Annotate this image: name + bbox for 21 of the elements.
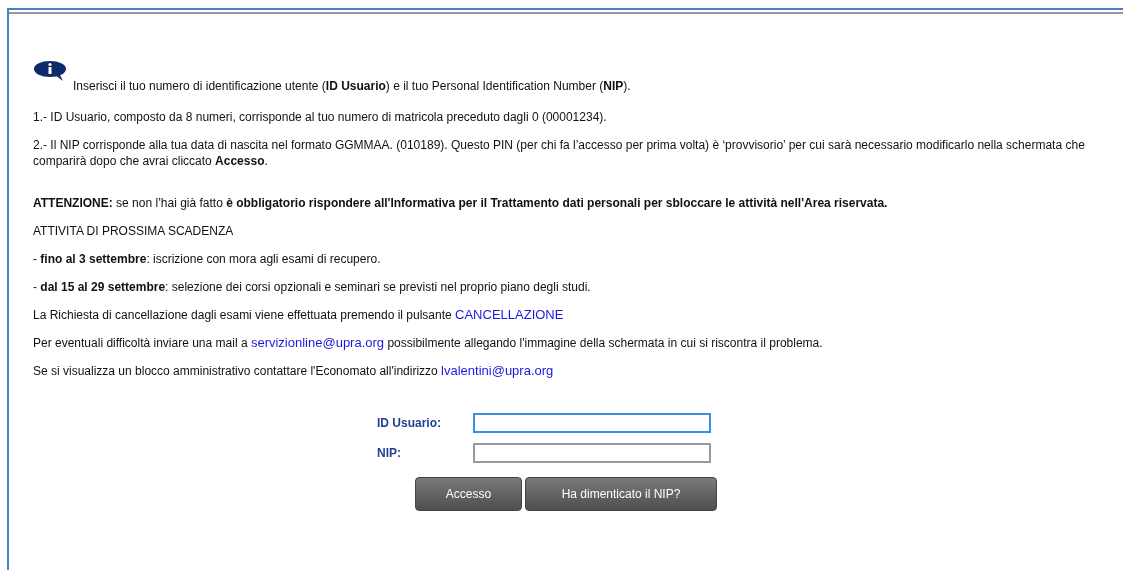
email-link[interactable]: CANCELLAZIONE xyxy=(455,307,564,322)
email-link[interactable]: lvalentini@upra.org xyxy=(441,363,554,378)
paragraph-text: ATTENZIONE: se non l’hai già fatto è obbligatorio rispondere all'Informativa per il Trattamento dati personali per sbloccare le attività nell'Area riservata. xyxy=(33,196,888,210)
field-label: ID Usuario: xyxy=(377,416,442,430)
intro-text: Inserisci il tuo numero di identificazione utente (ID Usuario) e il tuo Personal Identification Number (NIP). xyxy=(73,79,631,93)
email-link[interactable]: servizionline@upra.org xyxy=(250,335,385,350)
info-icon xyxy=(33,59,69,83)
input-field[interactable] xyxy=(473,413,711,433)
paragraph-text: 2.- Il NIP corrisponde alla tua data di nascita nel formato GGMMAA. (010189). Questo PIN (per chi fa l’accesso per prima volta) è ‘provvisorio’ per cui sarà necessario modificarlo nella schermata che comparirà dopo che avrai cliccato Accesso. xyxy=(33,138,1085,168)
paragraph-text: Se si visualizza un blocco amministrativo contattare l'Economato all'indirizzo xyxy=(33,364,438,378)
paragraph-text: - fino al 3 settembre: iscrizione con mora agli esami di recupero. xyxy=(33,252,381,266)
paragraph-text: possibilmente allegando l'immagine della schermata in cui si riscontra il problema. xyxy=(387,336,823,350)
paragraph-text: ATTIVITA DI PROSSIMA SCADENZA xyxy=(33,224,234,238)
field-label: NIP: xyxy=(377,446,402,460)
paragraph-text: La Richiesta di cancellazione dagli esami viene effettuata premendo il pulsante xyxy=(33,308,452,322)
input-field[interactable] xyxy=(473,443,711,463)
paragraph-text: 1.- ID Usuario, composto da 8 numeri, corrisponde al tuo numero di matricola preceduto dagli 0 (00001234). xyxy=(33,110,607,124)
action-button[interactable]: Ha dimenticato il NIP? xyxy=(525,477,717,511)
paragraph-text: Per eventuali difficoltà inviare una mail a xyxy=(33,336,248,350)
paragraph-text: - dal 15 al 29 settembre: selezione dei corsi opzionali e seminari se previsti nel proprio piano degli studi. xyxy=(33,280,591,294)
action-button[interactable]: Accesso xyxy=(415,477,522,511)
